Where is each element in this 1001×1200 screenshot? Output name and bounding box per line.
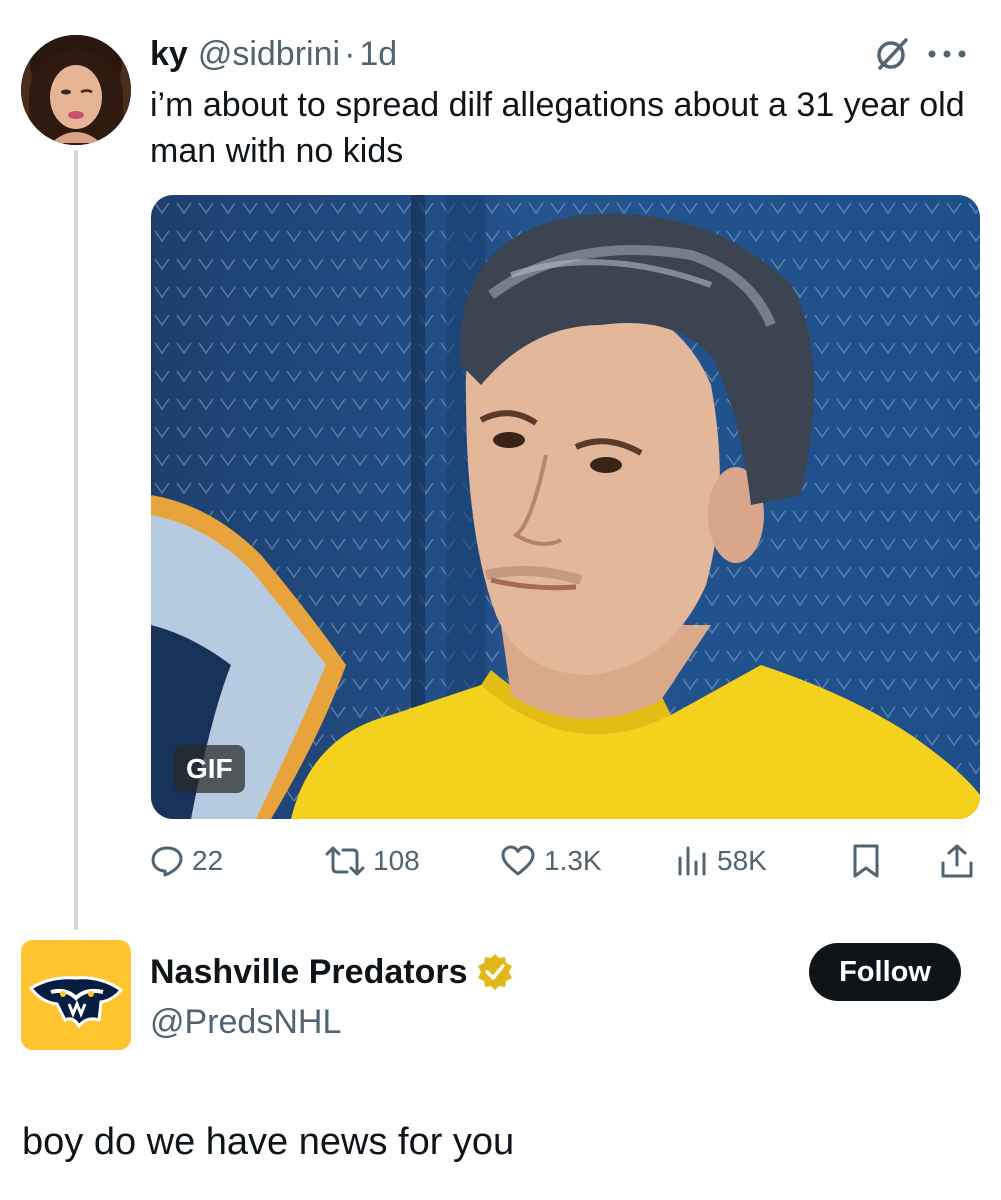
- views-count: 58K: [717, 845, 767, 876]
- reply-button[interactable]: 22: [150, 840, 223, 882]
- views-icon: [678, 846, 706, 876]
- reply-author-name-row: Nashville Predators: [150, 950, 515, 994]
- repost-icon: [325, 846, 365, 876]
- heart-icon: [501, 845, 535, 876]
- header-separator: ·: [344, 35, 356, 73]
- reply-count: 22: [192, 845, 224, 876]
- views-button[interactable]: 58K: [675, 840, 767, 882]
- share-button[interactable]: [940, 840, 974, 882]
- thread-connector-line: [74, 150, 78, 930]
- reply-author-handle[interactable]: @PredsNHL: [150, 1000, 341, 1044]
- author-name[interactable]: ky: [150, 34, 188, 74]
- verified-badge-icon: [478, 954, 513, 990]
- bookmark-icon: [853, 844, 879, 878]
- repost-count: 108: [373, 845, 420, 876]
- share-icon: [941, 844, 973, 878]
- avatar[interactable]: [21, 940, 131, 1050]
- predators-logo-icon: [21, 940, 131, 1050]
- like-button[interactable]: 1.3K: [500, 840, 602, 882]
- tweet-header: ky @sidbrini · 1d: [150, 34, 397, 74]
- grok-icon[interactable]: [872, 34, 912, 74]
- follow-button[interactable]: Follow: [809, 943, 961, 1001]
- tweet-action-bar: 22 108 1.3K 58K: [150, 840, 980, 882]
- author-handle[interactable]: @sidbrini: [198, 34, 340, 74]
- tweet-media-gif[interactable]: GIF: [151, 195, 980, 819]
- avatar-photo: [21, 35, 131, 145]
- gif-frame-image: [151, 195, 980, 819]
- like-count: 1.3K: [544, 845, 602, 876]
- reply-text: boy do we have news for you: [22, 1121, 515, 1163]
- bookmark-button[interactable]: [850, 840, 882, 882]
- more-icon[interactable]: [922, 42, 972, 66]
- reply-author-name[interactable]: Nashville Predators: [150, 953, 467, 992]
- timestamp[interactable]: 1d: [359, 34, 397, 74]
- gif-badge: GIF: [174, 745, 245, 793]
- tweet-text: i’m about to spread dilf allegations abo…: [150, 86, 965, 170]
- repost-button[interactable]: 108: [325, 840, 420, 882]
- reply-icon: [151, 846, 183, 877]
- avatar[interactable]: [21, 35, 131, 145]
